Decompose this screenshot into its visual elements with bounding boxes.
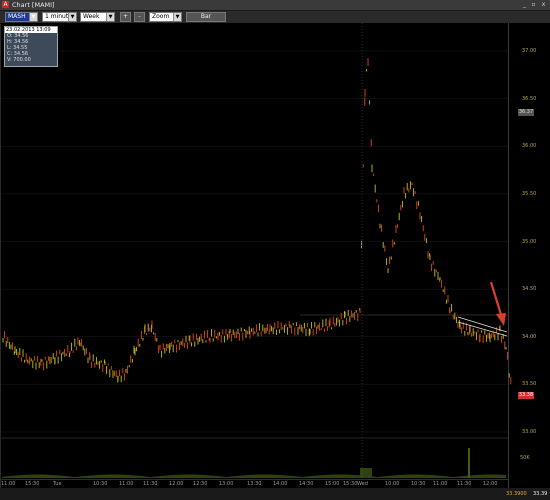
price-scale-tick: 37.00 <box>522 48 537 54</box>
price-scale-tick: 36.50 <box>522 95 537 102</box>
grid-lines <box>1 50 508 433</box>
current-price-tag: 33.38 <box>518 392 534 399</box>
status-last-price: 33.3900 <box>506 491 527 497</box>
price-scale-tick: 34.50 <box>522 286 537 293</box>
price-scale-tick: 33.00 <box>522 429 537 435</box>
info-volume: V: 700.00 <box>7 57 31 63</box>
chart-svg <box>1 23 512 480</box>
price-bars <box>2 58 512 385</box>
chart-window: A Chart [MAMI] _ ▫ x MASH ▼ 1 minute ▼ W… <box>0 0 550 500</box>
volume-scale-label: 50K <box>520 455 530 461</box>
volume-bars <box>2 448 506 478</box>
price-scale-tick: 35.50 <box>522 190 537 197</box>
status-bar: 33.3900 33.39 <box>0 488 550 500</box>
price-scale-tick: 33.50 <box>522 381 537 388</box>
price-scale-tick: 34.00 <box>522 333 537 340</box>
status-last-short: 33.39 <box>533 491 548 497</box>
down-arrow-icon <box>489 281 506 326</box>
highlight-price-tag: 36.37 <box>518 109 534 116</box>
price-scale-tick: 35.00 <box>522 238 537 245</box>
price-scale-tick: 36.00 <box>522 143 537 150</box>
ohlc-info-box: 23.02.2013 13:09 O: 34.56 H: 34.56 L: 34… <box>4 26 58 67</box>
